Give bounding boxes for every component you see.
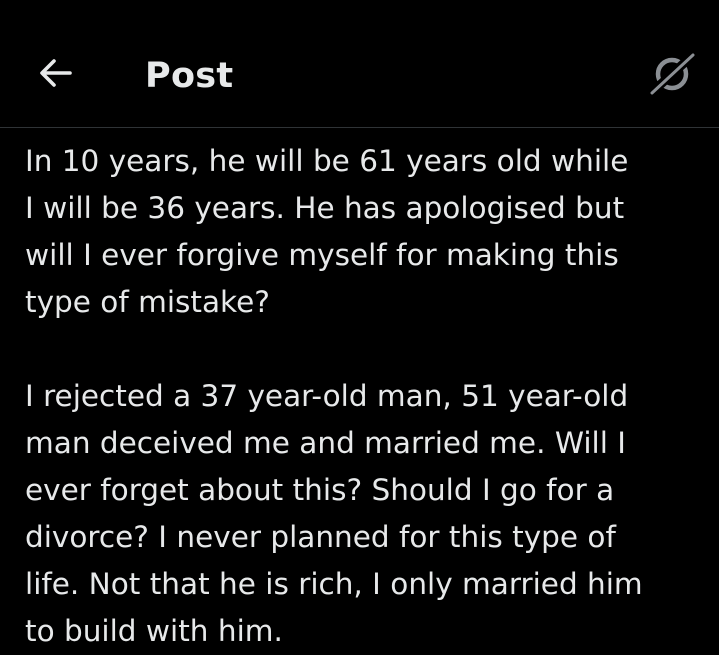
post-paragraph-2: I rejected a 37 year-old man, 51 year-ol… [25,379,643,648]
page-title: Post [145,56,234,96]
back-button[interactable] [36,54,76,94]
post-text: In 10 years, he will be 61 years old whi… [25,138,705,655]
top-app-bar: Post [0,0,719,128]
arrow-left-icon [40,59,72,87]
post-paragraph-1: In 10 years, he will be 61 years old whi… [25,144,629,319]
grok-button[interactable] [646,50,698,98]
grok-icon [646,50,698,98]
